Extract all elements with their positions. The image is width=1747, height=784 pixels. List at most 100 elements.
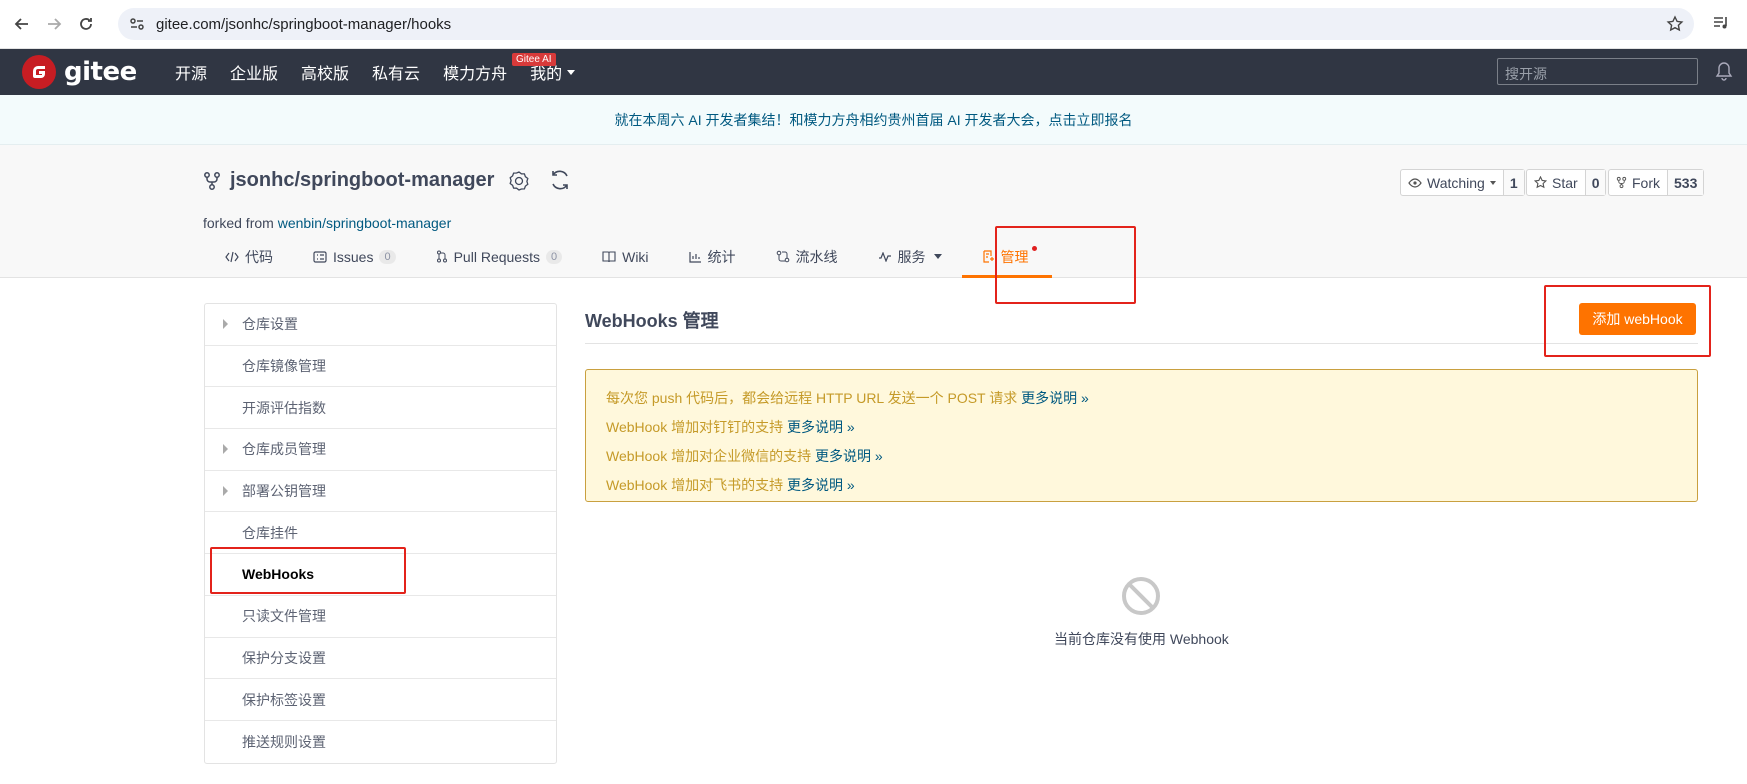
tab-label: 代码	[245, 248, 273, 265]
notice-text: 每次您 push 代码后，都会给远程 HTTP URL 发送一个 POST 请求	[606, 390, 1022, 406]
page-title: WebHooks 管理	[585, 311, 719, 331]
browser-toolbar: gitee.com/jsonhc/springboot-manager/hook…	[0, 0, 1747, 49]
notification-bell-icon[interactable]	[1715, 61, 1733, 81]
more-info-link[interactable]: 更多说明 »	[1021, 390, 1089, 406]
star-button[interactable]: Star 0	[1526, 169, 1607, 196]
back-icon[interactable]	[12, 14, 32, 34]
caret-right-icon	[223, 319, 228, 329]
nav-moli[interactable]: 模力方舟	[443, 60, 507, 84]
empty-state-icon	[1121, 576, 1161, 616]
watch-count[interactable]: 1	[1503, 170, 1524, 195]
caret-right-icon	[223, 444, 228, 455]
pull-request-icon	[436, 250, 448, 263]
sidebar-item-label: 只读文件管理	[242, 608, 326, 625]
tab-label: 流水线	[795, 248, 838, 265]
tab-label: 统计	[707, 248, 736, 265]
tab-label: Issues	[333, 248, 374, 265]
nav-enterprise[interactable]: 企业版	[230, 60, 278, 84]
nav-private-cloud[interactable]: 私有云	[372, 60, 420, 84]
tab-stats[interactable]: 统计	[688, 235, 736, 278]
tab-pipeline[interactable]: 流水线	[776, 235, 838, 278]
tab-count: 0	[545, 249, 563, 264]
watch-label: Watching	[1427, 174, 1485, 191]
media-control-icon[interactable]	[1712, 14, 1730, 32]
sidebar-item-protected-branches[interactable]: 保护分支设置	[205, 638, 556, 680]
sidebar-item-deploy-keys[interactable]: 部署公钥管理	[205, 471, 556, 513]
sync-icon[interactable]	[548, 168, 572, 192]
project-header: jsonhc/springboot-manager forked from we…	[0, 145, 1747, 278]
more-info-link[interactable]: 更多说明 »	[787, 477, 855, 493]
star-icon	[1534, 176, 1547, 189]
tab-pull-requests[interactable]: Pull Requests 0	[436, 235, 563, 278]
sidebar-item-label: 仓库成员管理	[242, 441, 326, 458]
sidebar-item-push-rules[interactable]: 推送规则设置	[205, 721, 556, 763]
fork-button[interactable]: Fork 533	[1608, 169, 1705, 196]
watch-button[interactable]: Watching 1	[1400, 169, 1525, 196]
address-bar[interactable]: gitee.com/jsonhc/springboot-manager/hook…	[118, 8, 1694, 40]
sidebar-item-label: 仓库挂件	[242, 524, 298, 541]
sidebar-item-protected-tags[interactable]: 保护标签设置	[205, 679, 556, 721]
eye-icon	[1408, 177, 1422, 188]
notice-line: WebHook 增加对飞书的支持 更多说明 »	[606, 471, 1677, 500]
fork-label: Fork	[1632, 174, 1660, 191]
announcement-banner[interactable]: 就在本周六 AI 开发者集结！和模力方舟相约贵州首届 AI 开发者大会，点击立即…	[0, 95, 1747, 145]
site-header: gitee 开源 企业版 高校版 私有云 模力方舟 我的 Gitee AI 搜开…	[0, 49, 1747, 95]
forked-from-link[interactable]: wenbin/springboot-manager	[278, 215, 452, 231]
url-text[interactable]: gitee.com/jsonhc/springboot-manager/hook…	[156, 16, 451, 33]
gitee-logo-icon	[22, 55, 56, 89]
repo-tabs: 代码 Issues 0 Pull Requests 0 Wiki 统计 流水线 …	[225, 235, 1069, 278]
manage-icon	[982, 250, 995, 263]
project-title[interactable]: jsonhc/springboot-manager	[230, 169, 494, 192]
notice-text: WebHook 增加对钉钉的支持	[606, 419, 787, 435]
forward-icon[interactable]	[44, 14, 64, 34]
star-label: Star	[1552, 174, 1578, 191]
banner-text[interactable]: 就在本周六 AI 开发者集结！和模力方舟相约贵州首届 AI 开发者大会，点击立即…	[614, 112, 1132, 128]
tab-label: Wiki	[622, 248, 649, 265]
info-notice: 每次您 push 代码后，都会给远程 HTTP URL 发送一个 POST 请求…	[585, 369, 1698, 502]
tab-issues[interactable]: Issues 0	[313, 235, 396, 278]
tab-wiki[interactable]: Wiki	[602, 235, 649, 278]
sidebar-item-label: 保护标签设置	[242, 691, 326, 708]
annotation-box-manage-tab	[995, 226, 1136, 304]
code-icon	[225, 251, 239, 263]
certification-badge-icon[interactable]	[508, 170, 530, 192]
caret-right-icon	[223, 485, 228, 496]
wiki-icon	[602, 250, 616, 263]
nav-open-source[interactable]: 开源	[175, 60, 207, 84]
tab-code[interactable]: 代码	[225, 235, 273, 278]
sidebar-item-members[interactable]: 仓库成员管理	[205, 429, 556, 471]
tab-services[interactable]: 服务	[878, 235, 942, 278]
fork-icon	[203, 171, 221, 191]
star-count[interactable]: 0	[1585, 170, 1606, 195]
bookmark-star-icon[interactable]	[1666, 15, 1684, 33]
gitee-logo[interactable]: gitee	[22, 55, 137, 89]
fork-count[interactable]: 533	[1668, 170, 1704, 195]
reload-icon[interactable]	[76, 14, 96, 34]
nav-education[interactable]: 高校版	[301, 60, 349, 84]
more-info-link[interactable]: 更多说明 »	[815, 448, 883, 464]
star-label-wrap[interactable]: Star	[1527, 170, 1586, 195]
tab-count: 0	[379, 249, 396, 264]
more-info-link[interactable]: 更多说明 »	[787, 419, 855, 435]
watch-label-wrap[interactable]: Watching	[1401, 170, 1504, 195]
tab-label: 服务	[897, 248, 926, 265]
site-settings-icon[interactable]	[128, 15, 146, 33]
sidebar-item-mirror[interactable]: 仓库镜像管理	[205, 346, 556, 388]
notice-text: WebHook 增加对飞书的支持	[606, 477, 787, 493]
fork-label-wrap[interactable]: Fork	[1609, 170, 1668, 195]
sidebar-item-label: 开源评估指数	[242, 399, 326, 416]
logo-text: gitee	[64, 57, 137, 87]
sidebar-item-label: 推送规则设置	[242, 733, 326, 750]
sidebar-item-repo-settings[interactable]: 仓库设置	[205, 304, 556, 346]
notice-line: WebHook 增加对钉钉的支持 更多说明 »	[606, 413, 1677, 442]
issues-icon	[313, 250, 327, 263]
service-icon	[878, 251, 892, 262]
annotation-box-add-button	[1544, 285, 1711, 357]
forked-from: forked from wenbin/springboot-manager	[203, 215, 451, 231]
title-divider	[585, 343, 1698, 344]
sidebar-item-evaluation[interactable]: 开源评估指数	[205, 387, 556, 430]
gitee-ai-badge: Gitee AI	[512, 53, 556, 66]
notice-text: WebHook 增加对企业微信的支持	[606, 448, 815, 464]
sidebar-item-readonly-files[interactable]: 只读文件管理	[205, 596, 556, 638]
search-input[interactable]: 搜开源	[1497, 58, 1698, 85]
